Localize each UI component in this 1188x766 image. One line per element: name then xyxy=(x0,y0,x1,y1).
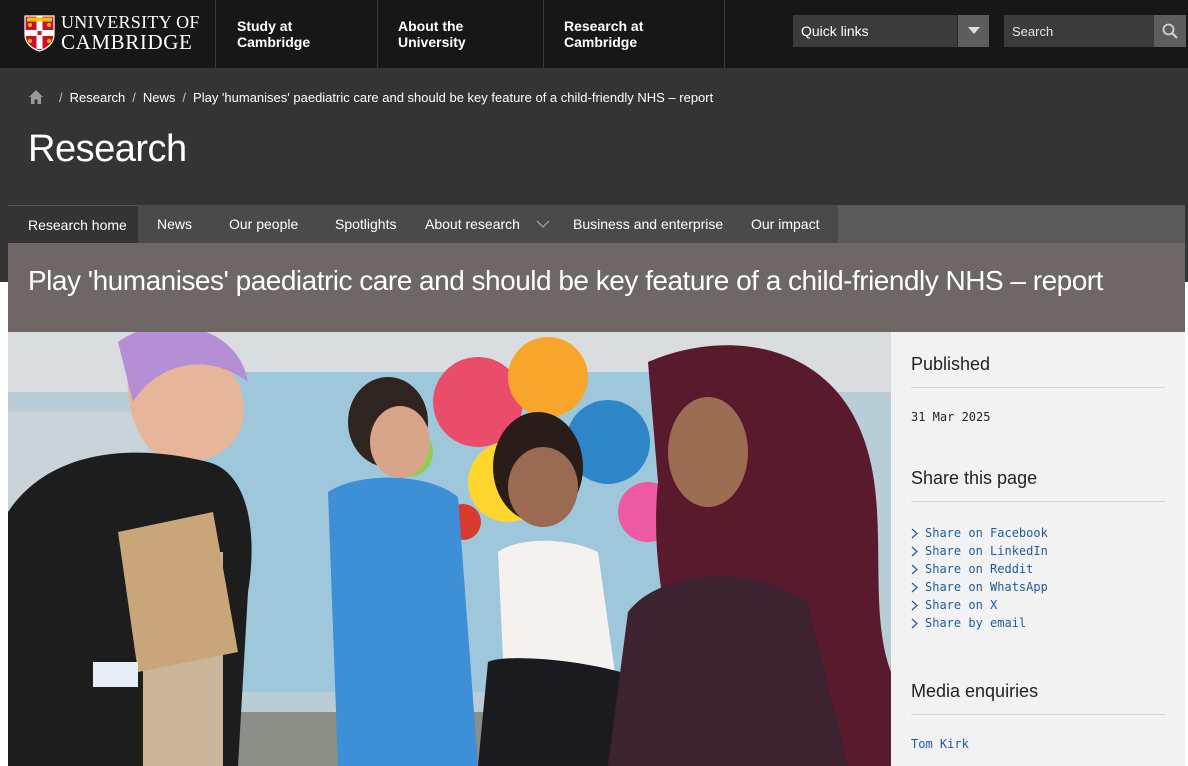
nav-study-at-cambridge[interactable]: Study at Cambridge xyxy=(217,0,378,68)
share-reddit-label: Share on Reddit xyxy=(925,562,1034,576)
search-box xyxy=(1004,15,1186,47)
article-title-bar: Play 'humanises' paediatric care and sho… xyxy=(8,243,1185,332)
quick-links-toggle[interactable] xyxy=(957,15,989,47)
quick-links-select[interactable]: Quick links xyxy=(793,15,989,47)
breadcrumb-separator: / xyxy=(132,89,136,105)
section-nav-news[interactable]: News xyxy=(157,205,192,243)
section-nav-filler xyxy=(838,205,1185,243)
section-nav-about-research-label: About research xyxy=(425,216,520,232)
section-title[interactable]: Research xyxy=(28,128,187,171)
media-enquiries-heading: Media enquiries xyxy=(911,681,1039,701)
section-nav-spotlights[interactable]: Spotlights xyxy=(335,205,396,243)
logo-wordmark: UNIVERSITY OF CAMBRIDGE xyxy=(61,12,200,54)
share-linkedin-label: Share on LinkedIn xyxy=(925,544,1048,558)
section-nav-about-research[interactable]: About research xyxy=(425,205,550,243)
university-logo[interactable]: UNIVERSITY OF CAMBRIDGE xyxy=(0,0,216,68)
breadcrumb-research[interactable]: Research xyxy=(70,90,126,105)
chevron-right-icon xyxy=(911,528,918,538)
chevron-right-icon xyxy=(911,582,918,592)
breadcrumb-current: Play 'humanises' paediatric care and sho… xyxy=(193,89,714,105)
search-input[interactable] xyxy=(1004,15,1154,47)
share-links: Share on Facebook Share on LinkedIn Shar… xyxy=(911,524,1048,632)
section-nav-research-home[interactable]: Research home xyxy=(8,205,138,243)
divider xyxy=(911,387,1165,388)
share-reddit-link[interactable]: Share on Reddit xyxy=(911,560,1048,578)
share-facebook-label: Share on Facebook xyxy=(925,526,1048,540)
divider xyxy=(911,501,1165,502)
share-facebook-link[interactable]: Share on Facebook xyxy=(911,524,1048,542)
share-email-label: Share by email xyxy=(925,616,1027,630)
breadcrumb-separator: / xyxy=(59,89,63,105)
published-date: 31 Mar 2025 xyxy=(911,410,991,424)
divider xyxy=(911,714,1165,715)
global-header: UNIVERSITY OF CAMBRIDGE Study at Cambrid… xyxy=(0,0,1188,68)
article-sidebar: Published 31 Mar 2025 Share this page Sh… xyxy=(891,332,1185,766)
chevron-right-icon xyxy=(911,546,918,556)
breadcrumb: / Research / News / Play 'humanises' pae… xyxy=(28,88,713,106)
section-nav-our-people[interactable]: Our people xyxy=(229,205,298,243)
quick-links-label: Quick links xyxy=(801,23,869,39)
crest-icon xyxy=(24,15,55,52)
breadcrumb-separator: / xyxy=(182,89,187,105)
section-nav: Research home News Our people Spotlights… xyxy=(8,205,1185,243)
logo-line-1: UNIVERSITY OF xyxy=(61,12,200,32)
published-heading: Published xyxy=(911,354,991,374)
search-icon xyxy=(1162,23,1178,39)
chevron-down-icon xyxy=(968,27,980,34)
share-whatsapp-link[interactable]: Share on WhatsApp xyxy=(911,578,1048,596)
article-title: Play 'humanises' paediatric care and sho… xyxy=(28,265,1103,296)
chevron-right-icon xyxy=(911,618,918,628)
share-email-link[interactable]: Share by email xyxy=(911,614,1048,632)
chevron-right-icon xyxy=(911,564,918,574)
share-whatsapp-label: Share on WhatsApp xyxy=(925,580,1048,594)
section-nav-business-and-enterprise[interactable]: Business and enterprise xyxy=(573,205,723,243)
chevron-right-icon xyxy=(911,600,918,610)
media-contact-link[interactable]: Tom Kirk xyxy=(911,737,969,751)
share-x-label: Share on X xyxy=(925,598,998,612)
nav-research-at-cambridge[interactable]: Research at Cambridge xyxy=(544,0,725,68)
home-icon[interactable] xyxy=(28,89,44,105)
share-heading: Share this page xyxy=(911,468,1038,488)
chevron-down-icon[interactable] xyxy=(536,220,550,228)
logo-line-2: CAMBRIDGE xyxy=(61,30,193,54)
nav-about-the-university[interactable]: About the University xyxy=(378,0,544,68)
hero-image xyxy=(8,332,891,766)
search-button[interactable] xyxy=(1154,15,1186,47)
hero-photo xyxy=(8,332,891,766)
share-x-link[interactable]: Share on X xyxy=(911,596,1048,614)
share-linkedin-link[interactable]: Share on LinkedIn xyxy=(911,542,1048,560)
section-nav-our-impact[interactable]: Our impact xyxy=(751,205,819,243)
breadcrumb-news[interactable]: News xyxy=(143,90,176,105)
